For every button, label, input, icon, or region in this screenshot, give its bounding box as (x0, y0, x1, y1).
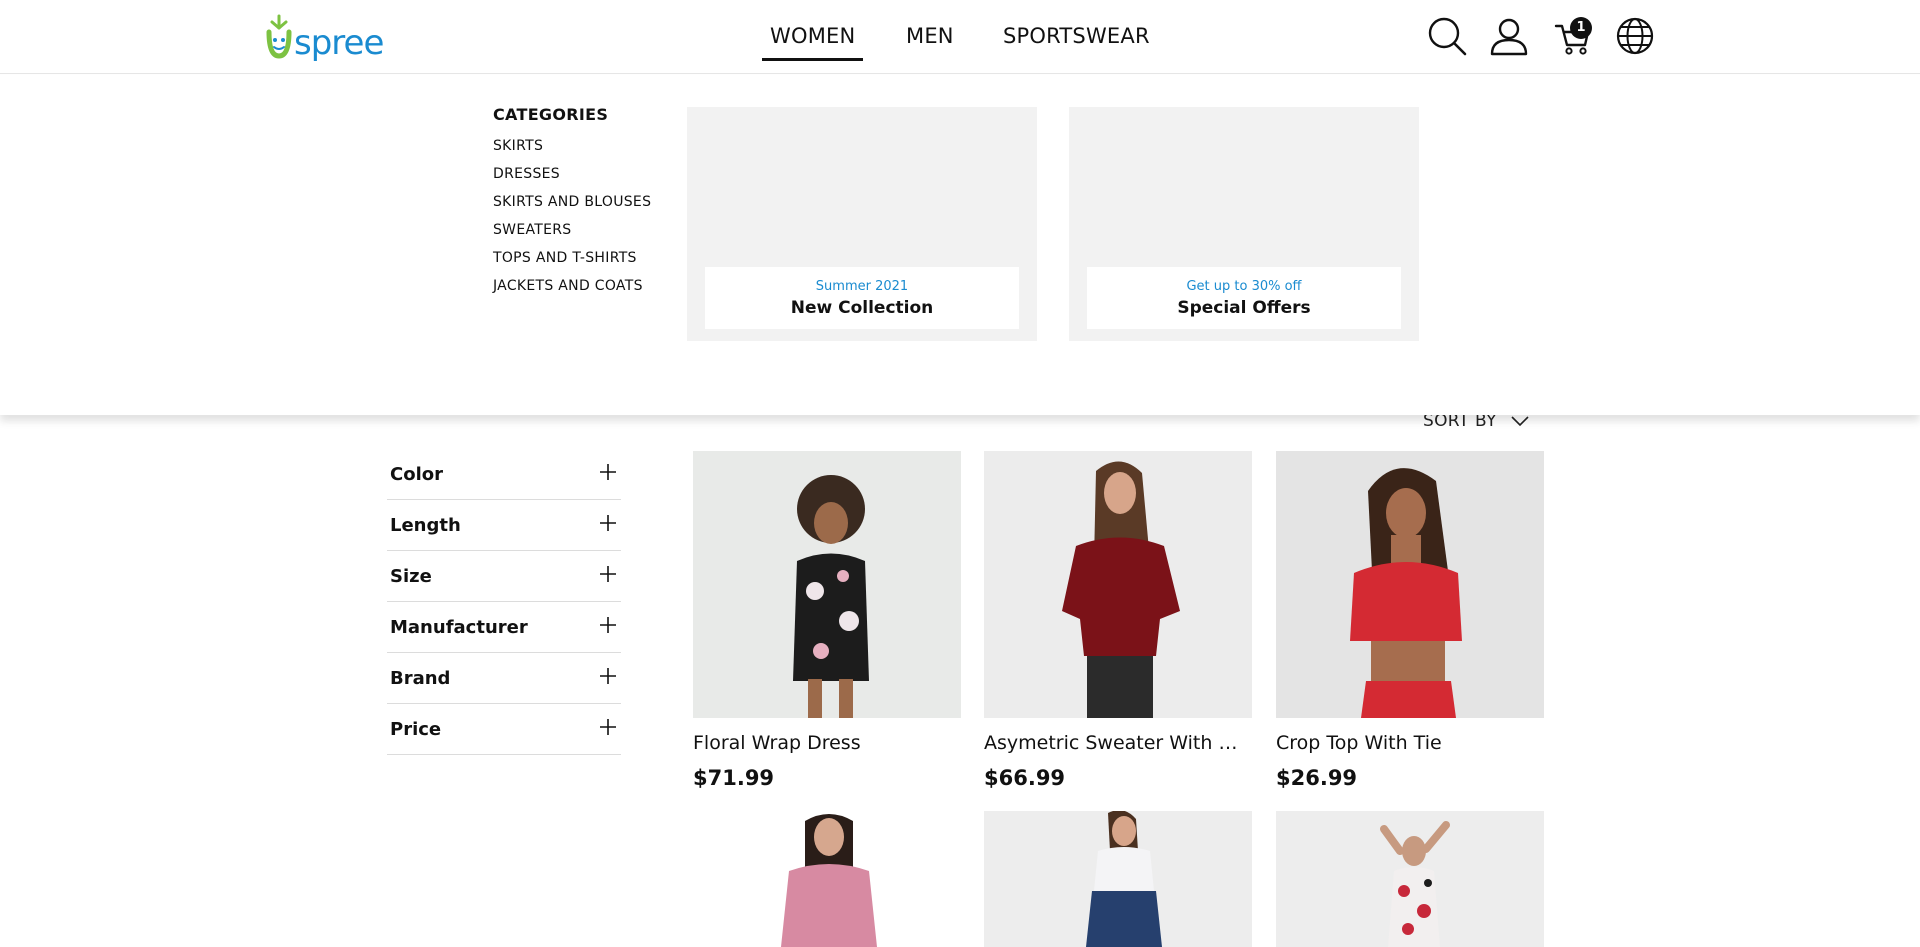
filter-label: Length (390, 515, 461, 536)
product-listing-page: spree WOMEN MEN SPORTSWEAR 1 CATEGORIES … (0, 0, 1920, 947)
category-link-skirts-and-blouses[interactable]: SKIRTS AND BLOUSES (493, 194, 651, 210)
chevron-down-icon (1511, 416, 1529, 427)
product-price: $66.99 (984, 766, 1066, 790)
product-photo-sweater (1062, 461, 1180, 718)
categories-heading: CATEGORIES (493, 105, 609, 124)
product-photo-white-tee (1086, 811, 1162, 947)
promo-title: New Collection (790, 298, 934, 318)
plus-icon (600, 668, 616, 684)
product-photo-crop-top (1350, 468, 1462, 718)
filter-brand[interactable]: Brand (387, 653, 621, 704)
promo-card: Get up to 30% off Special Offers (1087, 267, 1401, 329)
product-image[interactable] (693, 811, 961, 947)
account-icon[interactable] (1489, 16, 1529, 56)
women-mega-menu: CATEGORIES SKIRTS DRESSES SKIRTS AND BLO… (0, 75, 1920, 415)
filter-label: Price (390, 719, 442, 740)
filter-size[interactable]: Size (387, 551, 621, 602)
plus-icon (600, 464, 616, 480)
filter-length[interactable]: Length (387, 500, 621, 551)
category-link-tops-and-t-shirts[interactable]: TOPS AND T-SHIRTS (493, 250, 637, 266)
filter-label: Manufacturer (390, 617, 528, 638)
promo-new-collection[interactable]: Summer 2021 New Collection (687, 107, 1037, 341)
product-image[interactable] (984, 451, 1252, 718)
category-link-skirts[interactable]: SKIRTS (493, 138, 543, 154)
product-photo-floral-top (1380, 821, 1450, 947)
plus-icon (600, 566, 616, 582)
nav-sportswear[interactable]: SPORTSWEAR (1003, 24, 1150, 48)
filter-manufacturer[interactable]: Manufacturer (387, 602, 621, 653)
product-image[interactable] (1276, 451, 1544, 718)
promo-subtitle: Summer 2021 (815, 279, 909, 294)
product-image[interactable] (1276, 811, 1544, 947)
site-header: spree WOMEN MEN SPORTSWEAR 1 (0, 0, 1920, 74)
product-image[interactable] (693, 451, 961, 718)
product-price: $26.99 (1276, 766, 1358, 790)
cart-count-badge: 1 (1570, 17, 1592, 39)
promo-card: Summer 2021 New Collection (705, 267, 1019, 329)
category-link-dresses[interactable]: DRESSES (493, 166, 560, 182)
plus-icon (600, 515, 616, 531)
search-icon[interactable] (1427, 16, 1467, 56)
globe-icon[interactable] (1615, 16, 1655, 56)
product-card[interactable]: Floral Wrap Dress $71.99 (693, 451, 961, 790)
product-photo-pink-cardigan (781, 814, 877, 947)
plus-icon (600, 719, 616, 735)
product-name[interactable]: Crop Top With Tie (1276, 732, 1544, 754)
filter-label: Size (390, 566, 432, 587)
category-link-sweaters[interactable]: SWEATERS (493, 222, 571, 238)
plus-icon (600, 617, 616, 633)
product-name[interactable]: Asymetric Sweater With Wide Sleeves (984, 732, 1252, 754)
promo-subtitle: Get up to 30% off (1186, 279, 1302, 294)
filter-color[interactable]: Color (387, 449, 621, 500)
nav-men[interactable]: MEN (906, 24, 954, 48)
promo-special-offers[interactable]: Get up to 30% off Special Offers (1069, 107, 1419, 341)
product-card[interactable]: Asymetric Sweater With Wide Sleeves $66.… (984, 451, 1252, 790)
filter-label: Color (390, 464, 443, 485)
filter-label: Brand (390, 668, 451, 689)
nav-women[interactable]: WOMEN (761, 24, 864, 61)
product-card[interactable]: Crop Top With Tie $26.99 (1276, 451, 1544, 790)
spree-logo[interactable]: spree (266, 14, 384, 63)
product-name[interactable]: Floral Wrap Dress (693, 732, 961, 754)
product-photo-floral-dress (793, 475, 869, 718)
logo-text: spree (294, 23, 384, 63)
filter-price[interactable]: Price (387, 704, 621, 755)
spree-logo-icon (266, 14, 292, 59)
category-link-jackets-and-coats[interactable]: JACKETS AND COATS (493, 278, 643, 294)
promo-title: Special Offers (1177, 298, 1311, 318)
product-image[interactable] (984, 811, 1252, 947)
product-price: $71.99 (693, 766, 775, 790)
